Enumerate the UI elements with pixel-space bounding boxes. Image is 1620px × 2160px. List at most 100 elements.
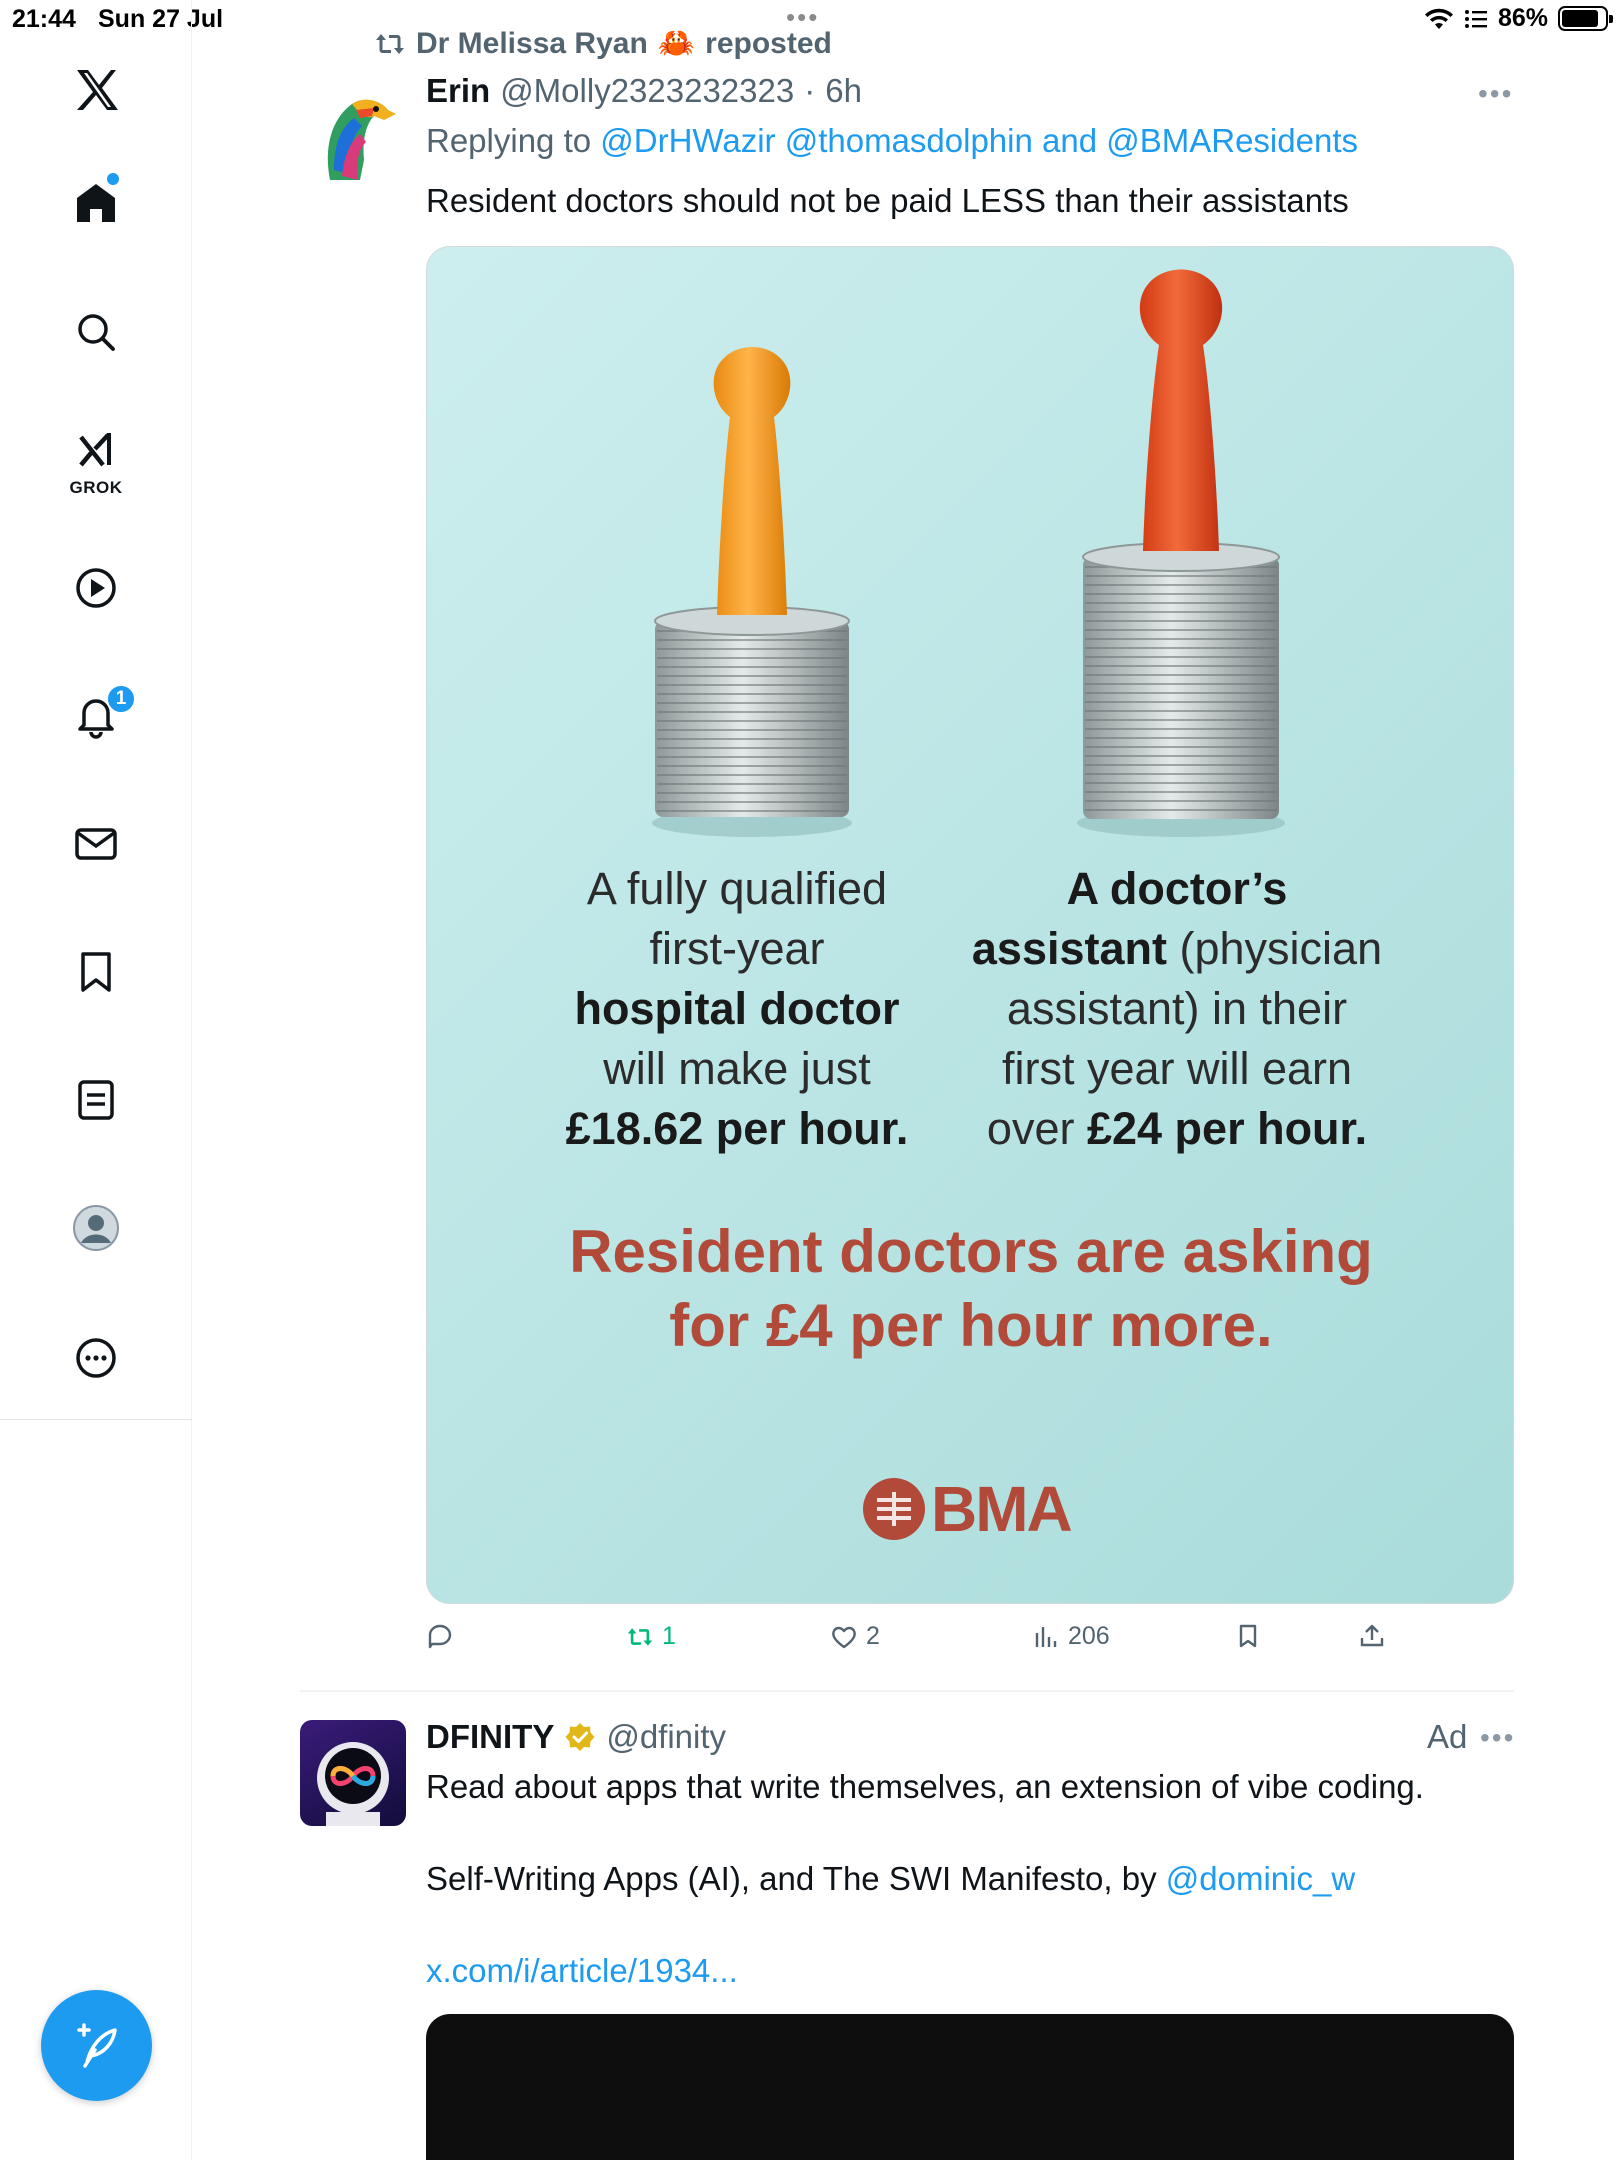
left-line-2: first-year — [649, 923, 825, 974]
ad-media-card[interactable] — [426, 2014, 1514, 2160]
views-button[interactable]: 206 — [1032, 1622, 1110, 1651]
like-button[interactable]: 2 — [830, 1622, 880, 1651]
bookmark-button[interactable] — [1234, 1622, 1262, 1650]
tweet-more-icon[interactable]: ••• — [1478, 78, 1513, 110]
headline-line-2: for £4 per hour more. — [669, 1292, 1273, 1359]
repost-suffix: reposted — [705, 26, 832, 60]
sidebar-item-messages[interactable] — [56, 804, 136, 884]
play-icon — [76, 568, 116, 608]
battery-percent: 86% — [1497, 4, 1548, 32]
sidebar-item-bookmarks[interactable] — [56, 932, 136, 1012]
repost-count: 1 — [662, 1622, 676, 1650]
feed-divider — [300, 1690, 1514, 1692]
sidebar-item-lists[interactable] — [56, 1060, 136, 1140]
wifi-icon — [1424, 8, 1453, 29]
right-line-1: A doctor’s — [1066, 863, 1288, 914]
share-icon — [1360, 1624, 1384, 1647]
tweet-actions: 1 2 206 — [426, 1622, 1426, 1660]
right-line-5-bold: £24 per hour. — [1086, 1103, 1368, 1154]
ad-more-icon[interactable]: ••• — [1480, 1722, 1515, 1754]
right-line-2: assistant (physician — [947, 919, 1407, 979]
ad-author-row: DFINITY @dfinity — [426, 1718, 726, 1756]
sidebar-item-more[interactable] — [56, 1318, 136, 1398]
left-line-3: hospital doctor — [574, 983, 900, 1034]
bma-logo: BMA — [863, 1472, 1073, 1546]
media-left-caption: A fully qualified first-year hospital do… — [547, 859, 927, 1159]
headline-line-1: Resident doctors are asking — [569, 1218, 1373, 1285]
repost-icon — [627, 1627, 653, 1646]
notification-badge: 1 — [106, 684, 136, 714]
sidebar-item-search[interactable] — [56, 292, 136, 372]
reply-icon — [428, 1624, 452, 1649]
sidebar: GROK 1 — [0, 0, 192, 2160]
sidebar-item-videos[interactable] — [56, 548, 136, 628]
author-avatar[interactable] — [300, 80, 406, 186]
reply-button[interactable] — [426, 1622, 462, 1650]
compose-icon — [76, 2022, 117, 2068]
search-icon — [78, 314, 115, 351]
ad-author-name[interactable]: DFINITY — [426, 1718, 554, 1756]
verified-badge-icon — [565, 1723, 595, 1751]
ad-article-link[interactable]: x.com/i/article/1934... — [426, 1952, 738, 1990]
repost-icon — [376, 33, 404, 54]
author-name[interactable]: Erin — [426, 72, 490, 110]
home-unread-dot — [107, 173, 119, 185]
repost-header[interactable]: Dr Melissa Ryan 🦀 reposted — [374, 26, 832, 61]
replying-to: Replying to @DrHWazir @thomasdolphin and… — [426, 122, 1358, 160]
tweet-time[interactable]: 6h — [825, 72, 862, 110]
orientation-lock-icon — [1464, 9, 1487, 28]
sidebar-divider — [0, 1419, 192, 1420]
author-row: Erin @Molly2323232323 · 6h — [426, 72, 862, 110]
left-line-5: £18.62 per hour. — [565, 1103, 909, 1154]
list-icon — [78, 1080, 114, 1120]
right-line-3: assistant) in their — [1006, 983, 1348, 1034]
like-count: 2 — [866, 1622, 880, 1650]
ad-label: Ad — [1427, 1718, 1468, 1755]
tweet-text: Resident doctors should not be paid LESS… — [426, 182, 1349, 219]
tweet-media-image[interactable]: A fully qualified first-year hospital do… — [426, 246, 1514, 1604]
dot-separator: · — [804, 72, 816, 109]
dfinity-avatar[interactable] — [300, 1720, 406, 1826]
media-right-caption: A doctor’s assistant (physician assistan… — [947, 859, 1407, 1159]
profile-icon — [73, 1205, 119, 1251]
mail-icon — [75, 828, 117, 860]
bookmark-icon — [81, 952, 111, 992]
more-icon — [76, 1338, 116, 1378]
battery-icon — [1558, 6, 1613, 31]
sidebar-item-profile[interactable] — [56, 1188, 136, 1268]
grok-icon — [79, 433, 111, 467]
battery-level — [1562, 10, 1599, 27]
ad-author-handle[interactable]: @dfinity — [606, 1718, 726, 1756]
ad-text-line1: Read about apps that write themselves, a… — [426, 1768, 1424, 1805]
right-line-4: first year will earn — [1001, 1043, 1353, 1094]
bma-logo-mark-icon — [863, 1478, 925, 1540]
x-logo-icon[interactable] — [56, 50, 136, 130]
heart-icon — [832, 1626, 856, 1648]
repost-by-name[interactable]: Dr Melissa Ryan — [416, 27, 648, 61]
right-line-2-rest: (physician — [1167, 923, 1383, 974]
media-headline: Resident doctors are asking for £4 per h… — [487, 1215, 1455, 1363]
repost-emoji: 🦀 — [657, 27, 696, 60]
sidebar-item-home[interactable] — [56, 163, 136, 243]
left-line-1: A fully qualified — [586, 863, 888, 914]
right-line-5-pre: over — [986, 1103, 1087, 1154]
bookmark-icon — [1239, 1624, 1257, 1648]
right-line-2-bold: assistant — [971, 923, 1167, 974]
views-count: 206 — [1068, 1622, 1110, 1650]
replying-mentions[interactable]: @DrHWazir @thomasdolphin and @BMAResiden… — [600, 122, 1358, 159]
grok-label: GROK — [69, 478, 123, 497]
repost-button[interactable]: 1 — [626, 1622, 676, 1651]
author-handle[interactable]: @Molly2323232323 — [500, 72, 794, 110]
ad-text-line2: Self-Writing Apps (AI), and The SWI Mani… — [426, 1860, 1355, 1898]
right-line-5: over £24 per hour. — [947, 1099, 1407, 1159]
coin-stacks-illustration — [652, 269, 1285, 837]
share-button[interactable] — [1358, 1622, 1386, 1650]
home-icon — [77, 184, 115, 222]
status-right: 86% — [1424, 4, 1613, 33]
left-line-4: will make just — [603, 1043, 871, 1094]
ad-text-line2-prefix: Self-Writing Apps (AI), and The SWI Mani… — [426, 1860, 1166, 1897]
bma-logo-text: BMA — [931, 1473, 1073, 1545]
views-chart-icon — [1035, 1626, 1057, 1647]
compose-button[interactable] — [41, 1990, 152, 2101]
ad-mention[interactable]: @dominic_w — [1166, 1860, 1355, 1897]
